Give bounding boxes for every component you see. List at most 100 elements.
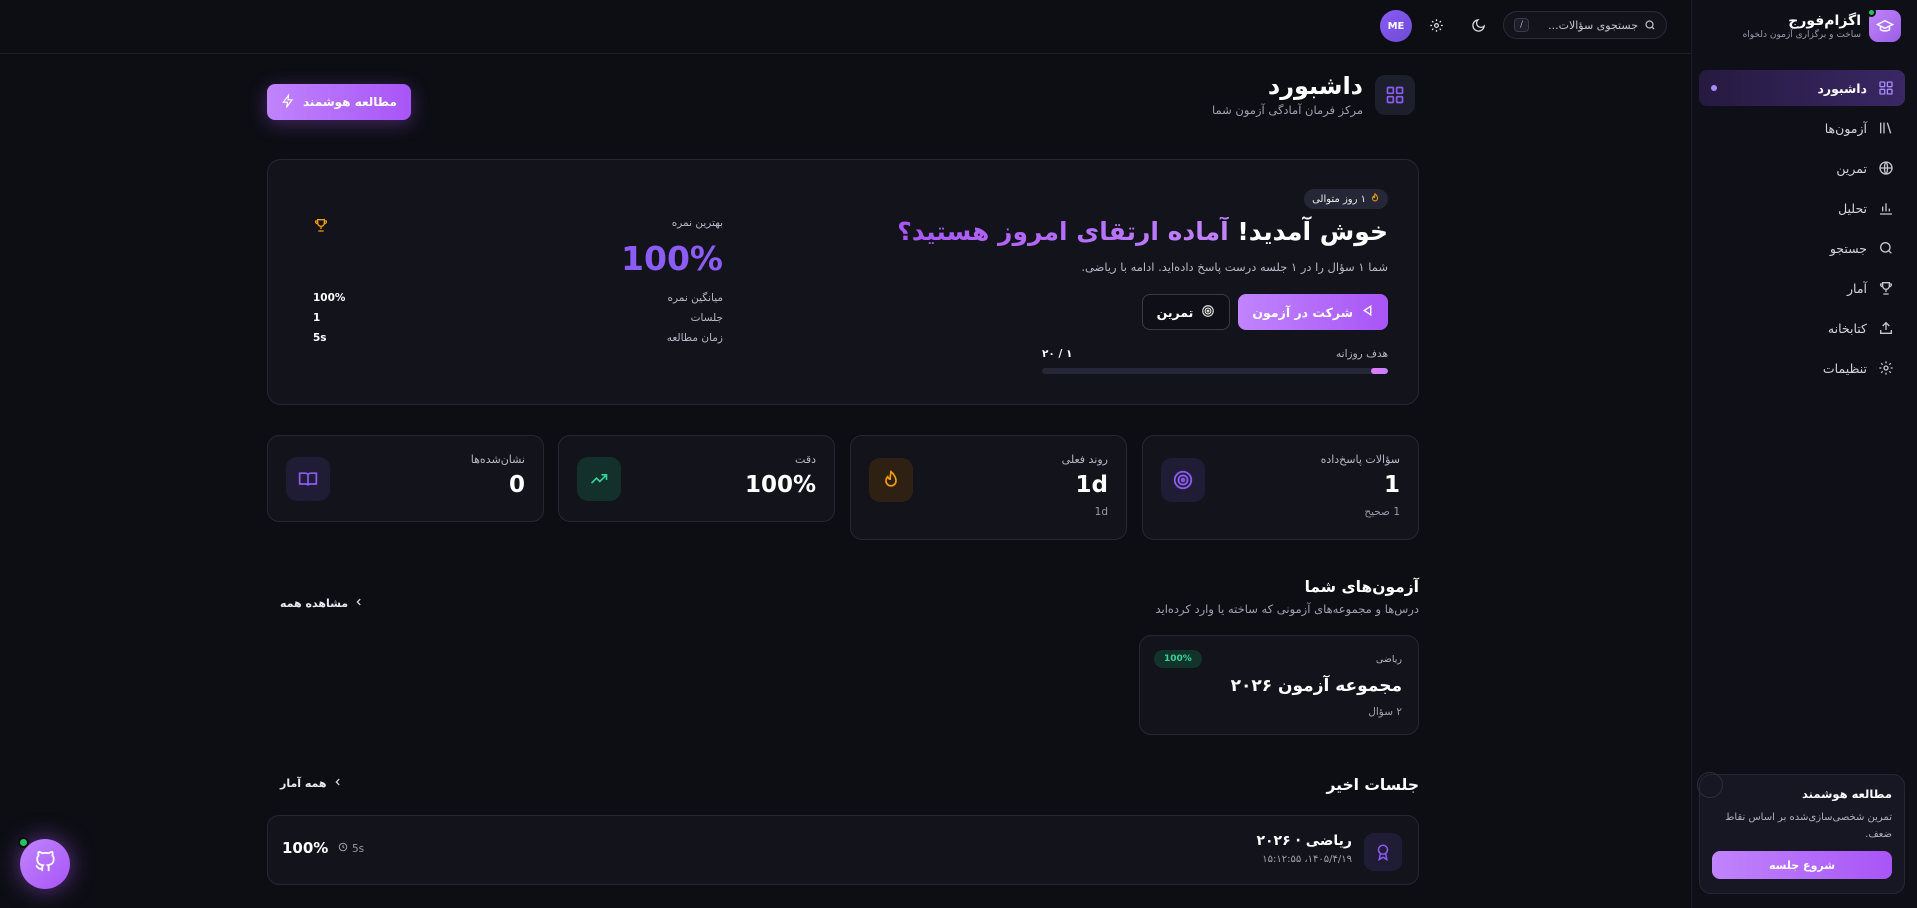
stat-value: 1 (313, 312, 321, 324)
app-name: اگزام‌فورج (1788, 13, 1861, 29)
chevron-left-icon (354, 597, 364, 610)
stat-card-answered: سؤالات پاسخ‌داده 1 1 صحیح (1142, 435, 1419, 540)
stat-card-bookmarks: نشان‌شده‌ها 0 (267, 435, 544, 522)
smart-study-label: مطالعه هوشمند (303, 95, 397, 109)
trending-up-icon (577, 457, 621, 501)
start-session-button[interactable]: شروع جلسه (1712, 851, 1892, 879)
take-exam-label: شرکت در آزمون (1252, 304, 1353, 320)
all-stats-link[interactable]: همه آمار (280, 777, 343, 790)
stat-label: جلسات (690, 312, 723, 324)
search-placeholder: جستجوی سؤالات... (1548, 18, 1638, 32)
smart-study-button[interactable]: مطالعه هوشمند (267, 84, 411, 120)
target-icon (1201, 304, 1215, 321)
sidebar-item-label: کتابخانه (1827, 320, 1867, 336)
sidebar-item-label: جستجو (1829, 240, 1867, 256)
sidebar-item-practice[interactable]: تمرین (1699, 150, 1905, 186)
best-score-label: بهترین نمره (671, 217, 723, 229)
all-stats-label: همه آمار (280, 777, 327, 790)
target-icon (1161, 458, 1205, 502)
daily-goal-progress (1042, 368, 1388, 374)
search-icon (1644, 16, 1656, 35)
sidebar-item-settings[interactable]: تنظیمات (1699, 350, 1905, 386)
stat-label: دقت (795, 453, 816, 466)
daily-goal: هدف روزانه ۱ / ۲۰ (1042, 348, 1388, 374)
daily-goal-progress-fill (1370, 368, 1388, 374)
sessions-row: جلسات 1 (313, 312, 723, 324)
sidebar-item-label: تنظیمات (1822, 360, 1867, 376)
welcome-heading: خوش آمدید! آماده ارتقای امروز هستید؟ (897, 217, 1388, 246)
smart-study-promo: مطالعه هوشمند تمرین شخصی‌سازی‌شده بر اسا… (1697, 772, 1905, 894)
stat-value: 1 (1383, 472, 1400, 498)
sidebar-item-label: تمرین (1836, 160, 1867, 176)
sidebar-item-label: داشبورد (1817, 80, 1867, 96)
award-icon (1364, 833, 1402, 871)
streak-label: ۱ روز متوالی (1312, 193, 1366, 205)
decorative-circle (1697, 772, 1723, 798)
promo-description: تمرین شخصی‌سازی‌شده بر اساس نقاط ضعف. (1725, 812, 1892, 840)
search-input[interactable]: جستجوی سؤالات... / (1503, 11, 1667, 39)
stat-sub: 1d (1094, 506, 1108, 518)
stat-card-accuracy: دقت 100% (558, 435, 835, 522)
grid-icon (1375, 74, 1415, 115)
sidebar-item-dashboard[interactable]: داشبورد (1699, 70, 1905, 106)
sidebar-nav: داشبورد آزمون‌ها تمرین تحلیل جستجو آمار … (1699, 70, 1905, 390)
sidebar-item-library[interactable]: کتابخانه (1699, 310, 1905, 346)
exam-question-count: ۲ سؤال (1368, 706, 1402, 718)
daily-goal-label: هدف روزانه (1336, 348, 1388, 360)
online-dot (1867, 8, 1876, 17)
stat-value: 100% (744, 472, 816, 498)
chevron-left-icon (333, 777, 343, 790)
sidebar-item-stats[interactable]: آمار (1699, 270, 1905, 306)
welcome-accent-text: آماده ارتقای امروز هستید؟ (897, 217, 1229, 246)
stat-label: سؤالات پاسخ‌داده (1320, 453, 1400, 466)
exam-card[interactable]: ریاضی 100% مجموعه آزمون ۲۰۲۶ ۲ سؤال (1139, 635, 1419, 735)
moon-icon[interactable] (1467, 14, 1489, 36)
practice-button[interactable]: تمرین (1141, 294, 1231, 330)
brand[interactable]: اگزام‌فورج ساخت و برگزاری آزمون دلخواه (1742, 8, 1901, 42)
session-row[interactable]: ریاضی · ۲۰۲۶ ۱۴۰۵/۴/۱۹، ۱۵:۱۲:۵۵ 100% 5s (267, 815, 1419, 885)
exam-score-badge: 100% (1154, 650, 1202, 668)
take-exam-button[interactable]: شرکت در آزمون (1238, 294, 1388, 330)
practice-label: تمرین (1156, 304, 1194, 320)
sidebar-item-label: تحلیل (1838, 200, 1867, 216)
best-score-value: 100% (621, 239, 723, 278)
average-score-row: میانگین نمره 100% (313, 292, 723, 304)
gear-icon[interactable] (1425, 14, 1447, 36)
sidebar-item-exams[interactable]: آزمون‌ها (1699, 110, 1905, 146)
session-score: 100% (282, 839, 329, 857)
page-header: داشبورد مرکز فرمان آمادگی آزمون شما (1212, 72, 1415, 117)
page-title: داشبورد (1267, 72, 1363, 100)
stat-label: نشان‌شده‌ها (470, 453, 525, 466)
daily-goal-value: ۱ / ۲۰ (1042, 348, 1073, 360)
sidebar-item-analytics[interactable]: تحلیل (1699, 190, 1905, 226)
stat-card-streak: روند فعلی 1d 1d (850, 435, 1127, 540)
session-title: ریاضی · ۲۰۲۶ (1256, 833, 1352, 849)
upload-icon (1877, 319, 1895, 337)
welcome-card: ۱ روز متوالی خوش آمدید! آماده ارتقای امر… (267, 159, 1419, 405)
sessions-section-title: جلسات اخیر (1326, 776, 1419, 794)
stat-label: روند فعلی (1061, 453, 1108, 466)
online-dot (18, 837, 29, 848)
trophy-icon (1877, 279, 1895, 297)
sidebar-item-label: آمار (1846, 280, 1867, 296)
app-tagline: ساخت و برگزاری آزمون دلخواه (1742, 30, 1861, 40)
hero-actions: شرکت در آزمون تمرین (1141, 294, 1388, 330)
view-all-label: مشاهده همه (280, 597, 349, 610)
avatar[interactable]: ME (1380, 10, 1412, 42)
sidebar: اگزام‌فورج ساخت و برگزاری آزمون دلخواه د… (1691, 0, 1917, 908)
welcome-text: خوش آمدید! (1237, 217, 1388, 246)
exam-subject: ریاضی (1375, 654, 1402, 665)
stat-sub: 1 صحیح (1364, 506, 1400, 518)
stat-label: میانگین نمره (667, 292, 724, 304)
exam-name: مجموعه آزمون ۲۰۲۶ (1230, 676, 1402, 696)
view-all-exams-link[interactable]: مشاهده همه (280, 597, 364, 610)
bar-chart-icon (1877, 199, 1895, 217)
trophy-icon (313, 217, 329, 237)
github-fab[interactable] (18, 837, 70, 889)
sidebar-item-search[interactable]: جستجو (1699, 230, 1905, 266)
study-time-row: زمان مطالعه 5s (313, 332, 723, 344)
flame-icon (869, 458, 913, 502)
session-date: ۱۴۰۵/۴/۱۹، ۱۵:۱۲:۵۵ (1262, 854, 1352, 865)
play-icon (1361, 304, 1374, 320)
graduation-cap-icon (1867, 8, 1901, 42)
